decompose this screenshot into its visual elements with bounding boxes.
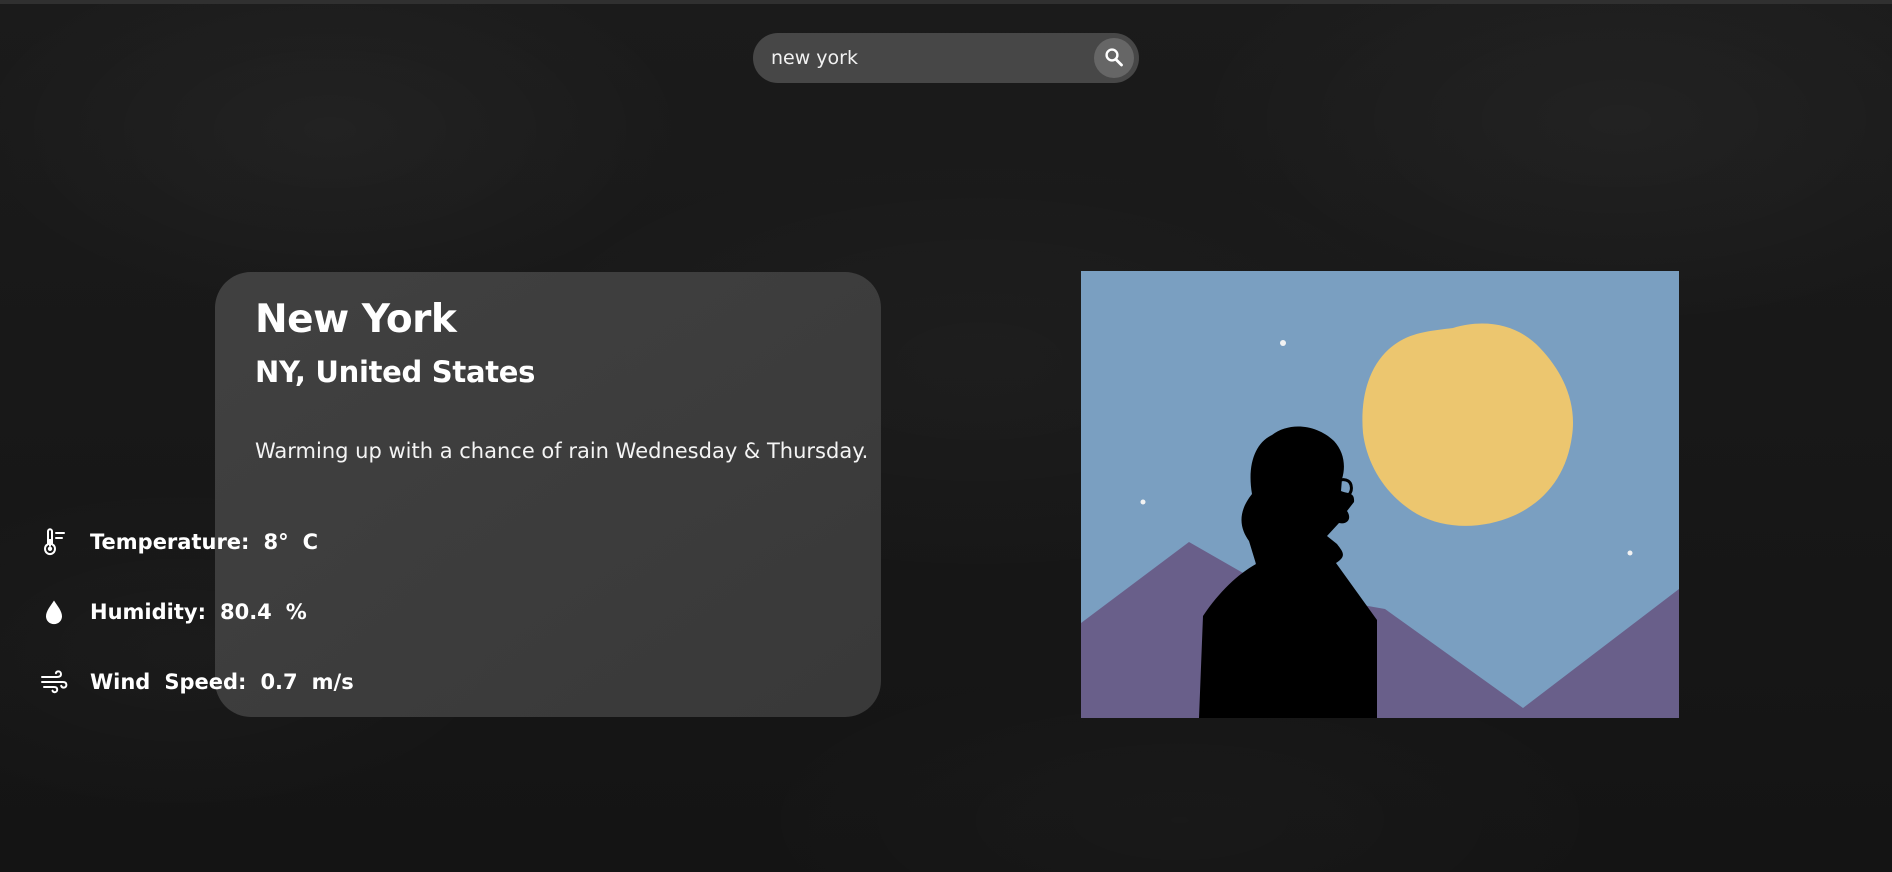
temperature-label: Temperature: — [90, 530, 250, 554]
wind-icon — [41, 670, 68, 694]
temperature-stat: Temperature: 8° C — [40, 525, 318, 559]
wind-speed-stat: Wind Speed: 0.7 m/s — [40, 665, 354, 699]
star — [1627, 550, 1633, 556]
thermometer-icon — [43, 528, 65, 556]
region-name: NY, United States — [255, 355, 536, 389]
humidity-label: Humidity: — [90, 600, 206, 624]
star — [1140, 499, 1146, 505]
humidity-stat: Humidity: 80.4 % — [40, 595, 307, 629]
temperature-value: 8° — [263, 530, 289, 554]
humidity-unit: % — [285, 600, 307, 624]
weather-forecast: Warming up with a chance of rain Wednesd… — [255, 439, 869, 463]
humidity-value: 80.4 — [219, 600, 272, 624]
star — [1280, 340, 1286, 346]
search-bar — [753, 33, 1139, 83]
wind-label-word-1: Wind — [90, 670, 151, 694]
night-sky-illustration — [1081, 271, 1679, 718]
search-input[interactable] — [771, 33, 1071, 83]
search-button[interactable] — [1094, 38, 1134, 78]
browser-top-border — [0, 0, 1892, 4]
wind-speed-unit: m/s — [311, 670, 354, 694]
search-icon — [1105, 48, 1123, 67]
city-name: New York — [255, 297, 457, 342]
weather-app: New York NY, United States Warming up wi… — [0, 0, 1892, 872]
temperature-unit: C — [302, 530, 318, 554]
wind-speed-value: 0.7 — [260, 670, 298, 694]
weather-illustration — [1081, 271, 1679, 718]
wind-label-word-2: Speed: — [164, 670, 247, 694]
weather-card: New York NY, United States Warming up wi… — [215, 272, 881, 717]
water-drop-icon — [46, 600, 62, 625]
moon — [1362, 323, 1574, 526]
